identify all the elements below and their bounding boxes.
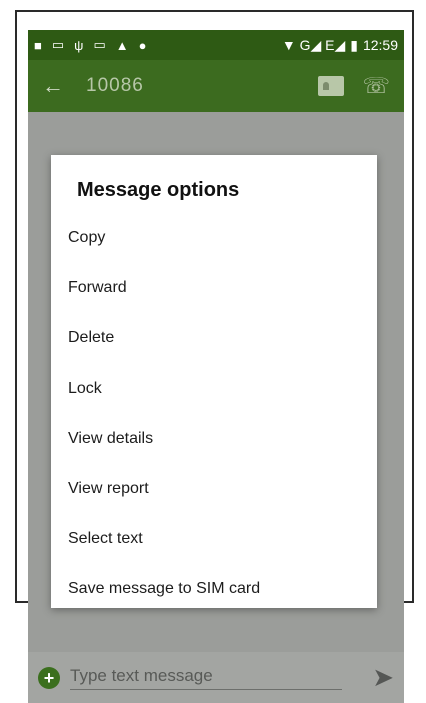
usb-icon: ψ	[74, 37, 84, 53]
back-arrow-icon[interactable]: ←	[42, 73, 72, 99]
option-delete[interactable]: Delete	[51, 313, 377, 363]
app-bar: ← 10086 ☏	[28, 60, 404, 112]
options-list: Copy Forward Delete Lock View details Vi…	[51, 213, 377, 615]
message-input[interactable]: Type text message	[70, 666, 342, 690]
dialog-title: Message options	[77, 179, 240, 201]
notification-icons: ■ ▭ ψ ▭ ▲ ●	[34, 37, 146, 53]
image-icon: ▭	[51, 37, 65, 52]
clock: 12:59	[362, 37, 398, 53]
status-bar: ■ ▭ ψ ▭ ▲ ● ▼ G◢ E◢ ▮ 12:59	[28, 30, 404, 60]
system-status: ▼ G◢ E◢ ▮ 12:59	[282, 37, 398, 54]
battery-icon: ▮	[350, 36, 358, 53]
battery-saver-icon: ▭	[93, 37, 106, 52]
signal-icons: ▼ G◢ E◢	[281, 36, 346, 53]
android-icon: ●	[138, 37, 147, 53]
add-attachment-icon[interactable]: +	[38, 666, 60, 689]
message-options-dialog: Message options Copy Forward Delete Lock…	[51, 155, 377, 608]
option-view-details[interactable]: View details	[51, 414, 377, 464]
option-copy[interactable]: Copy	[51, 213, 377, 263]
option-lock[interactable]: Lock	[51, 364, 377, 414]
conversation-title: 10086	[86, 75, 144, 96]
warning-icon: ▲	[115, 37, 129, 53]
phone-call-icon[interactable]: ☏	[362, 73, 390, 99]
contact-card-icon[interactable]	[318, 76, 345, 96]
option-save-to-sim[interactable]: Save message to SIM card	[51, 564, 377, 614]
sd-card-icon: ■	[34, 37, 42, 53]
send-icon[interactable]: ➤	[372, 662, 394, 693]
phone-screen: ■ ▭ ψ ▭ ▲ ● ▼ G◢ E◢ ▮ 12:59 ← 10086 ☏ Me…	[28, 30, 404, 703]
option-select-text[interactable]: Select text	[51, 514, 377, 564]
app-bar-actions: ☏	[318, 73, 390, 99]
message-composer: + Type text message ➤	[28, 652, 404, 703]
option-forward[interactable]: Forward	[51, 263, 377, 313]
option-view-report[interactable]: View report	[51, 464, 377, 514]
